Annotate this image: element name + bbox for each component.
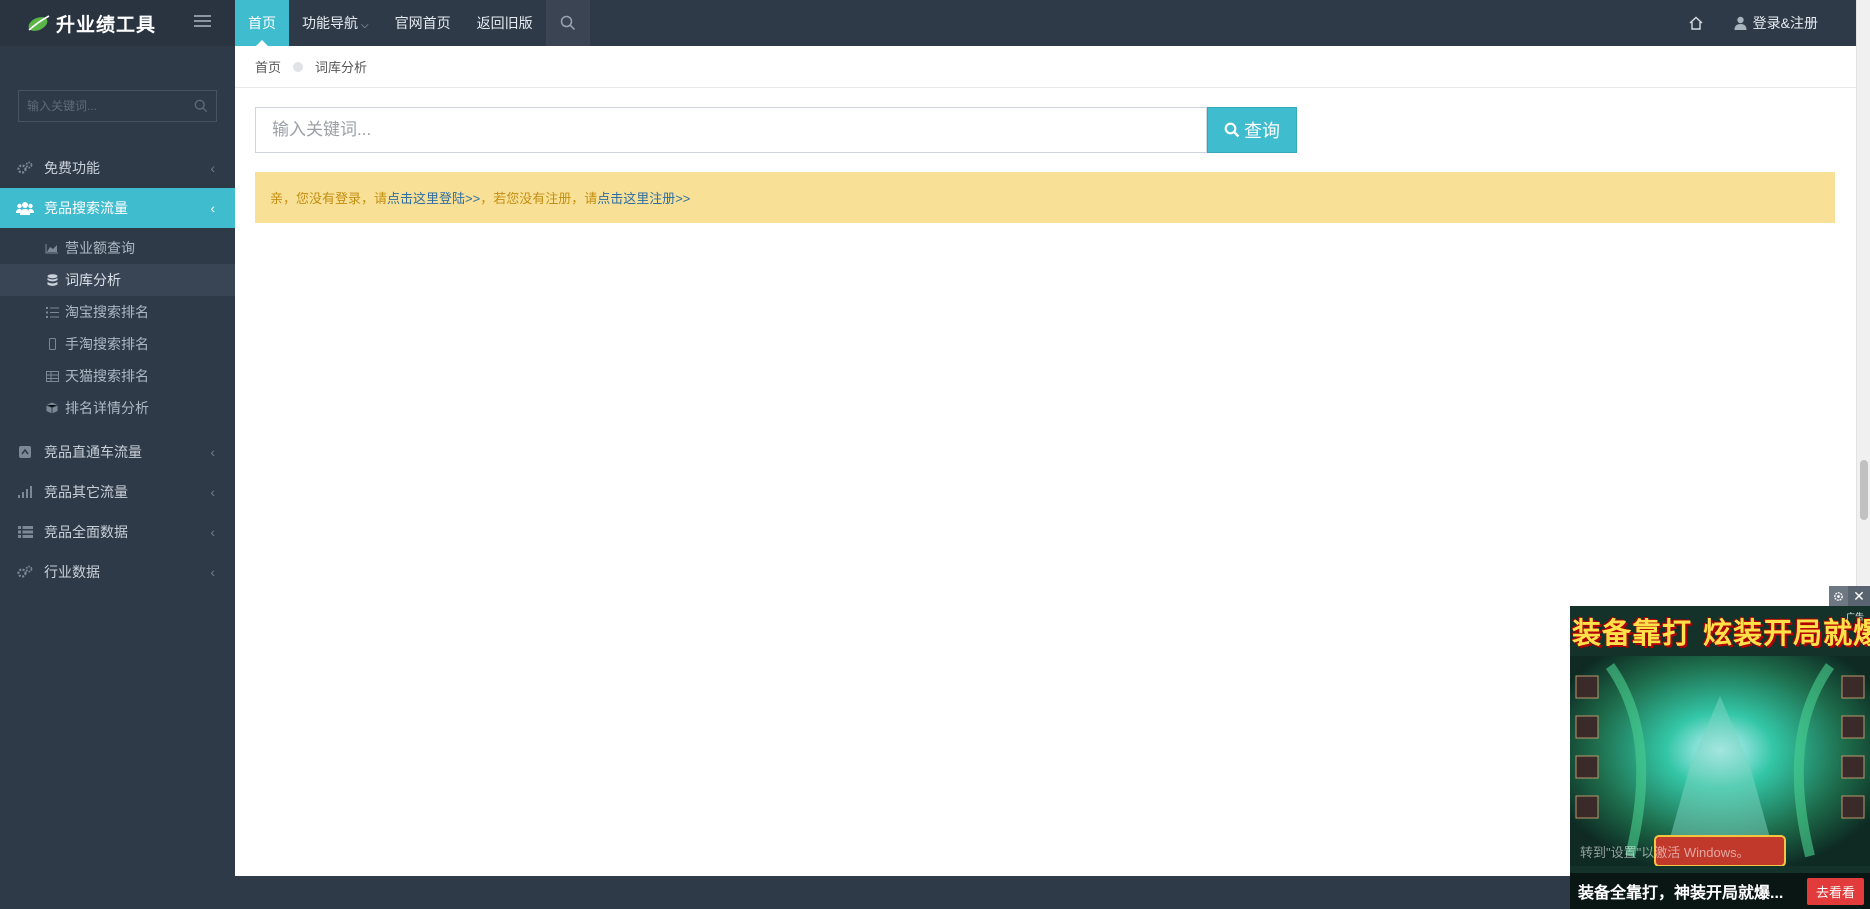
chevron-down-icon: ⌵ bbox=[361, 20, 369, 31]
sidebar-item-through-train-traffic[interactable]: 竞品直通车流量 ‹ bbox=[0, 432, 235, 472]
cogs-icon bbox=[16, 563, 34, 581]
nav-old-version[interactable]: 返回旧版 bbox=[464, 0, 546, 46]
home-button[interactable] bbox=[1670, 0, 1722, 46]
list-ol-icon bbox=[44, 306, 60, 318]
logo-text: 升业绩工具 bbox=[56, 13, 157, 36]
home-icon bbox=[1689, 16, 1703, 30]
chevron-left-icon: ‹ bbox=[210, 524, 215, 540]
submenu-item-revenue-query[interactable]: 营业额查询 bbox=[0, 232, 235, 264]
breadcrumb: 首页 词库分析 bbox=[235, 46, 1856, 88]
ad-bottom-text: 装备全靠打，神装开局就爆... bbox=[1578, 885, 1784, 902]
cube-icon bbox=[44, 402, 60, 414]
sidebar-search-input[interactable] bbox=[19, 91, 189, 121]
area-chart-icon bbox=[44, 243, 60, 254]
search-icon[interactable] bbox=[194, 99, 208, 113]
sidebar-search bbox=[18, 90, 217, 122]
sidebar-menu: 免费功能 ‹ 竞品搜索流量 ‹ 营业额查询 词库分析 淘宝搜索排名 手淘搜索排名… bbox=[0, 148, 235, 592]
leaf-logo-icon bbox=[28, 15, 50, 31]
database-icon bbox=[44, 273, 60, 287]
submenu-item-label: 营业额查询 bbox=[65, 240, 135, 256]
nav-features[interactable]: 功能导航 ⌵ bbox=[289, 0, 382, 46]
top-bar: 升业绩工具 首页 功能导航 ⌵ 官网首页 返回旧版 登录&注册 bbox=[0, 0, 1856, 46]
submenu-item-label: 天猫搜索排名 bbox=[65, 368, 149, 384]
submenu-item-taobao-search-rank[interactable]: 淘宝搜索排名 bbox=[0, 296, 235, 328]
nav-features-label: 功能导航 bbox=[302, 15, 358, 31]
ad-headline: 装备靠打 炫装开局就爆 bbox=[1572, 616, 1870, 650]
sidebar-item-industry-data[interactable]: 行业数据 ‹ bbox=[0, 552, 235, 592]
menu-toggle-icon[interactable] bbox=[194, 15, 211, 29]
submenu-item-rank-detail-analysis[interactable]: 排名详情分析 bbox=[0, 392, 235, 424]
chevron-left-icon: ‹ bbox=[210, 160, 215, 176]
breadcrumb-separator-icon bbox=[293, 61, 304, 72]
right-nav: 登录&注册 bbox=[1670, 0, 1856, 46]
ad-settings-icon[interactable] bbox=[1829, 586, 1848, 606]
ad-close-icon[interactable]: ✕ bbox=[1848, 586, 1870, 606]
notice-text-2: ，若您没有注册，请 bbox=[480, 191, 598, 206]
mobile-icon bbox=[44, 338, 60, 350]
th-list-icon bbox=[16, 523, 34, 541]
scrollbar-thumb[interactable] bbox=[1860, 460, 1868, 520]
keyword-search-input[interactable] bbox=[255, 107, 1207, 153]
submenu-item-label: 手淘搜索排名 bbox=[65, 336, 149, 352]
register-link[interactable]: 点击这里注册>> bbox=[597, 188, 690, 207]
nav-official-site[interactable]: 官网首页 bbox=[382, 0, 464, 46]
submenu-item-mobile-taobao-rank[interactable]: 手淘搜索排名 bbox=[0, 328, 235, 360]
signal-icon bbox=[16, 483, 34, 501]
submenu-item-tmall-search-rank[interactable]: 天猫搜索排名 bbox=[0, 360, 235, 392]
chevron-left-icon: ‹ bbox=[210, 564, 215, 580]
top-nav: 首页 功能导航 ⌵ 官网首页 返回旧版 bbox=[235, 0, 590, 46]
submenu-item-label: 淘宝搜索排名 bbox=[65, 304, 149, 320]
users-icon bbox=[16, 199, 34, 217]
submenu-item-keyword-analysis[interactable]: 词库分析 bbox=[0, 264, 235, 296]
submenu-item-label: 词库分析 bbox=[65, 272, 121, 288]
breadcrumb-home[interactable]: 首页 bbox=[255, 57, 281, 76]
query-button[interactable]: 查询 bbox=[1207, 107, 1297, 153]
ad-cta-button[interactable]: 去看看 bbox=[1806, 877, 1864, 905]
sidebar-item-label: 竞品全面数据 bbox=[44, 524, 128, 540]
chevron-left-icon: ‹ bbox=[210, 200, 215, 216]
gears-icon bbox=[16, 159, 34, 177]
submenu-item-label: 排名详情分析 bbox=[65, 400, 149, 416]
sidebar-item-label: 竞品搜索流量 bbox=[44, 200, 128, 216]
keyword-search: 查询 bbox=[255, 107, 1297, 153]
ad-banner[interactable]: 广告 装备靠打 炫装开局就爆 转到"设置"以激活 Windows。 装备全靠打，… bbox=[1570, 606, 1870, 909]
notice-text-1: 亲，您没有登录，请 bbox=[270, 191, 388, 206]
chevron-left-icon: ‹ bbox=[210, 484, 215, 500]
sidebar-item-label: 行业数据 bbox=[44, 564, 100, 580]
sidebar: 免费功能 ‹ 竞品搜索流量 ‹ 营业额查询 词库分析 淘宝搜索排名 bbox=[0, 46, 235, 876]
login-notice: 亲，您没有登录，请 点击这里登陆>> ，若您没有注册，请 点击这里注册>> bbox=[255, 172, 1835, 223]
search-icon bbox=[1224, 122, 1240, 138]
sidebar-item-free-features[interactable]: 免费功能 ‹ bbox=[0, 148, 235, 188]
sidebar-item-competitor-search-traffic[interactable]: 竞品搜索流量 ‹ bbox=[0, 188, 235, 228]
login-link[interactable]: 点击这里登陆>> bbox=[387, 188, 480, 207]
query-button-label: 查询 bbox=[1244, 121, 1280, 141]
sidebar-item-full-data[interactable]: 竞品全面数据 ‹ bbox=[0, 512, 235, 552]
ad-bottom-bar: 装备全靠打，神装开局就爆... 去看看 bbox=[1570, 873, 1870, 909]
ad-game-artwork bbox=[1570, 656, 1870, 866]
chevron-left-icon: ‹ bbox=[210, 444, 215, 460]
sidebar-item-other-traffic[interactable]: 竞品其它流量 ‹ bbox=[0, 472, 235, 512]
nav-home[interactable]: 首页 bbox=[235, 0, 289, 46]
windows-activation-watermark: 转到"设置"以激活 Windows。 bbox=[1580, 845, 1750, 860]
submenu: 营业额查询 词库分析 淘宝搜索排名 手淘搜索排名 天猫搜索排名 排名详情分析 bbox=[0, 228, 235, 432]
car-icon bbox=[16, 443, 34, 461]
sidebar-item-label: 免费功能 bbox=[44, 160, 100, 176]
table-icon bbox=[44, 370, 60, 382]
login-register-button[interactable]: 登录&注册 bbox=[1722, 0, 1856, 46]
sidebar-item-label: 竞品其它流量 bbox=[44, 484, 128, 500]
login-register-label: 登录&注册 bbox=[1752, 15, 1818, 31]
user-icon bbox=[1734, 16, 1747, 30]
nav-search-button[interactable] bbox=[545, 0, 590, 46]
sidebar-item-label: 竞品直通车流量 bbox=[44, 444, 142, 460]
breadcrumb-current: 词库分析 bbox=[315, 60, 368, 75]
search-icon bbox=[560, 15, 575, 31]
